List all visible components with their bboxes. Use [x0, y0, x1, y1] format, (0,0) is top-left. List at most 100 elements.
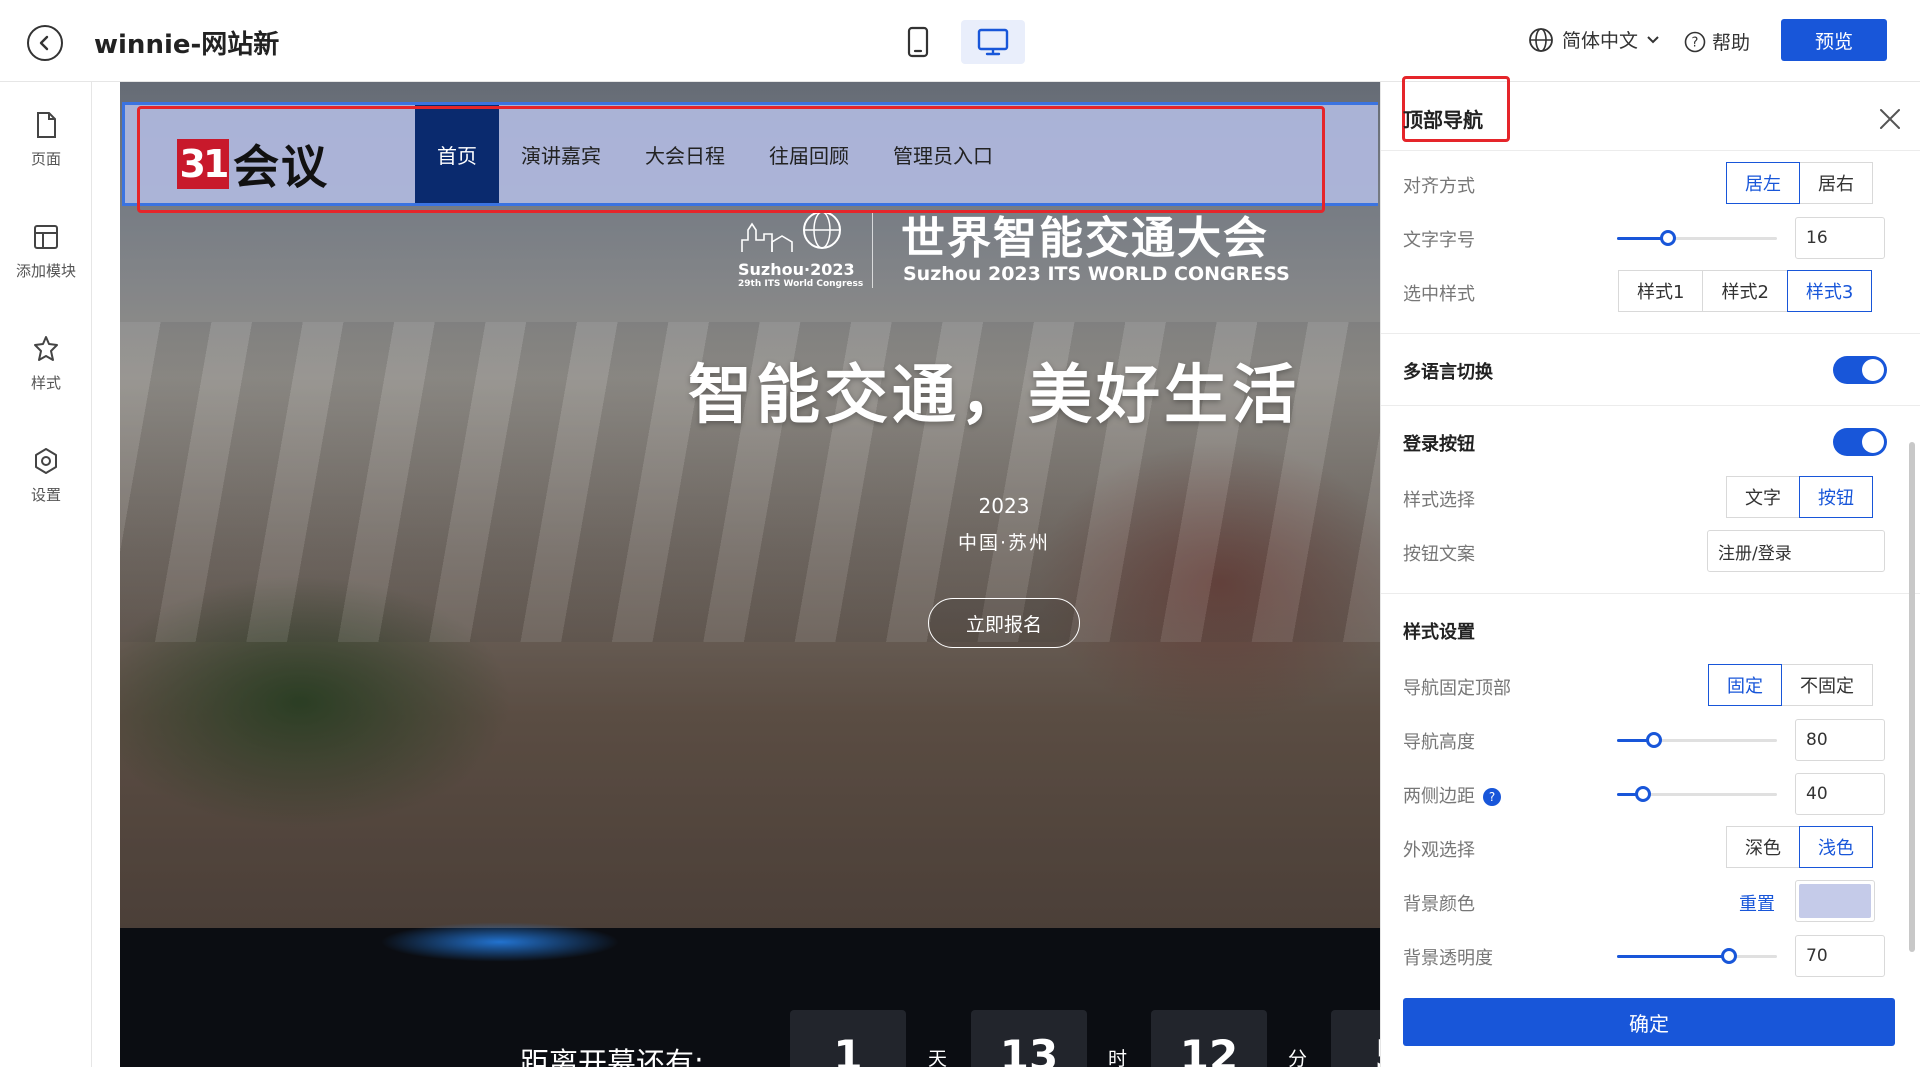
- multi-lang-toggle[interactable]: [1833, 356, 1887, 384]
- hero-location: 中国·苏州: [957, 532, 1051, 554]
- help-link[interactable]: ? 帮助: [1684, 28, 1750, 55]
- nav-height-slider[interactable]: [1617, 730, 1777, 750]
- style-settings-heading: 样式设置: [1403, 622, 1475, 643]
- nav-height-input[interactable]: [1795, 719, 1885, 761]
- countdown-label: 距离开幕还有:: [520, 1046, 704, 1067]
- close-icon[interactable]: [1875, 104, 1905, 134]
- language-label: 简体中文: [1562, 30, 1639, 52]
- desktop-icon: [977, 28, 1009, 56]
- sidebar-item-style[interactable]: 样式: [0, 334, 92, 393]
- style2-option[interactable]: 样式2: [1702, 270, 1788, 312]
- chevron-left-icon: [39, 35, 49, 51]
- login-style-text-option[interactable]: 文字: [1726, 476, 1800, 518]
- side-margin-slider[interactable]: [1617, 784, 1777, 804]
- countdown-hours: 13: [971, 1010, 1087, 1067]
- bg-color-reset[interactable]: 重置: [1739, 890, 1775, 916]
- globe-icon: [1529, 27, 1553, 52]
- sidebar-item-pages[interactable]: 页面: [0, 110, 92, 169]
- slider-knob[interactable]: [1721, 948, 1737, 964]
- congress-divider: [872, 212, 873, 288]
- settings-panel: 顶部导航 对齐方式 居左 居右 文字字号 选中样式 样式1 样式2 样式3 多语…: [1380, 76, 1920, 1067]
- confirm-button[interactable]: 确定: [1403, 998, 1895, 1046]
- slider-knob[interactable]: [1660, 230, 1677, 246]
- sidebar-item-settings[interactable]: 设置: [0, 446, 92, 505]
- font-size-slider[interactable]: [1617, 228, 1777, 248]
- signup-button[interactable]: 立即报名: [928, 598, 1080, 648]
- light-option[interactable]: 浅色: [1799, 826, 1873, 868]
- nav-item-agenda[interactable]: 大会日程: [623, 105, 747, 203]
- panel-scrollbar[interactable]: [1909, 442, 1915, 952]
- sidebar-item-label: 添加模块: [15, 262, 76, 280]
- bg-color-fill: [1799, 884, 1871, 918]
- back-button[interactable]: [27, 25, 63, 61]
- site-nav-items: 首页 演讲嘉宾 大会日程 往届回顾 管理员入口: [415, 105, 1015, 203]
- site-title: winnie-网站新: [94, 30, 280, 60]
- style1-option[interactable]: 样式1: [1618, 270, 1704, 312]
- chevron-down-icon: [1647, 35, 1659, 43]
- congress-logo-sub: 29th ITS World Congress: [738, 279, 864, 289]
- preview-canvas: Suzhou·2023 29th ITS World Congress 世界智能…: [120, 82, 1380, 1067]
- bg-color-label: 背景颜色: [1403, 894, 1475, 915]
- layout-icon: [34, 225, 58, 249]
- panel-divider: [1381, 150, 1920, 151]
- mobile-view-button[interactable]: [886, 20, 950, 64]
- logo-text: 会议: [233, 140, 329, 194]
- congress-title-en: Suzhou 2023 ITS WORLD CONGRESS: [903, 263, 1290, 285]
- font-size-label: 文字字号: [1403, 230, 1475, 251]
- not-fixed-option[interactable]: 不固定: [1781, 664, 1873, 706]
- countdown-days: 1: [790, 1010, 906, 1067]
- nav-item-review[interactable]: 往届回顾: [747, 105, 871, 203]
- login-style-segment: 文字 按钮: [1726, 476, 1873, 518]
- desktop-view-button[interactable]: [961, 20, 1025, 64]
- glow-decoration: [380, 922, 620, 962]
- button-text-input[interactable]: [1707, 530, 1885, 572]
- site-nav-preview[interactable]: 31 会议 首页 演讲嘉宾 大会日程 往届回顾 管理员入口: [122, 102, 1378, 206]
- login-style-button-option[interactable]: 按钮: [1799, 476, 1873, 518]
- nav-item-admin[interactable]: 管理员入口: [871, 105, 1015, 203]
- slider-knob[interactable]: [1645, 732, 1662, 748]
- hero-year: 2023: [978, 494, 1030, 518]
- dark-option[interactable]: 深色: [1726, 826, 1800, 868]
- login-style-label: 样式选择: [1403, 490, 1475, 511]
- button-text-label: 按钮文案: [1403, 544, 1475, 565]
- nav-height-label: 导航高度: [1403, 732, 1475, 753]
- congress-logo: Suzhou·2023 29th ITS World Congress: [738, 210, 864, 290]
- bg-color-swatch[interactable]: [1795, 880, 1875, 922]
- bg-opacity-input[interactable]: [1795, 935, 1885, 977]
- countdown-minutes: 12: [1151, 1010, 1267, 1067]
- sidebar-item-label: 设置: [30, 486, 61, 504]
- align-left-option[interactable]: 居左: [1726, 162, 1800, 204]
- appearance-label: 外观选择: [1403, 840, 1475, 861]
- align-right-option[interactable]: 居右: [1799, 162, 1873, 204]
- nav-item-speakers[interactable]: 演讲嘉宾: [499, 105, 623, 203]
- bg-opacity-slider[interactable]: [1617, 946, 1777, 966]
- font-size-input[interactable]: [1795, 217, 1885, 259]
- countdown-seconds: 5: [1331, 1010, 1380, 1067]
- left-sidebar: 页面 添加模块 样式 设置: [0, 82, 92, 1067]
- sidebar-item-label: 样式: [30, 374, 61, 392]
- info-icon[interactable]: ?: [1483, 788, 1501, 806]
- nav-item-home[interactable]: 首页: [415, 105, 499, 203]
- align-label: 对齐方式: [1403, 176, 1475, 197]
- sidebar-item-add-module[interactable]: 添加模块: [0, 222, 92, 281]
- congress-logo-city: Suzhou·2023: [738, 260, 855, 279]
- fixed-top-segment: 固定 不固定: [1708, 664, 1873, 706]
- preview-button[interactable]: 预览: [1781, 19, 1887, 61]
- countdown-minutes-unit: 分: [1288, 1048, 1308, 1067]
- bg-opacity-label: 背景透明度: [1403, 948, 1493, 969]
- login-toggle[interactable]: [1833, 428, 1887, 456]
- login-label: 登录按钮: [1403, 434, 1475, 455]
- side-margin-input[interactable]: [1795, 773, 1885, 815]
- congress-emblem-icon: [741, 211, 841, 252]
- top-bar: winnie-网站新 简体中文 ? 帮助 预览: [0, 0, 1920, 82]
- selected-style-label: 选中样式: [1403, 284, 1475, 305]
- fixed-option[interactable]: 固定: [1708, 664, 1782, 706]
- language-select[interactable]: 简体中文: [1528, 26, 1660, 53]
- slider-knob[interactable]: [1634, 786, 1651, 802]
- align-segment: 居左 居右: [1726, 162, 1873, 204]
- hero-slogan: 智能交通，美好生活: [688, 359, 1300, 433]
- style3-option[interactable]: 样式3: [1786, 270, 1873, 312]
- appearance-segment: 深色 浅色: [1726, 826, 1873, 868]
- puzzle-icon: [34, 336, 58, 361]
- panel-title: 顶部导航: [1403, 108, 1483, 132]
